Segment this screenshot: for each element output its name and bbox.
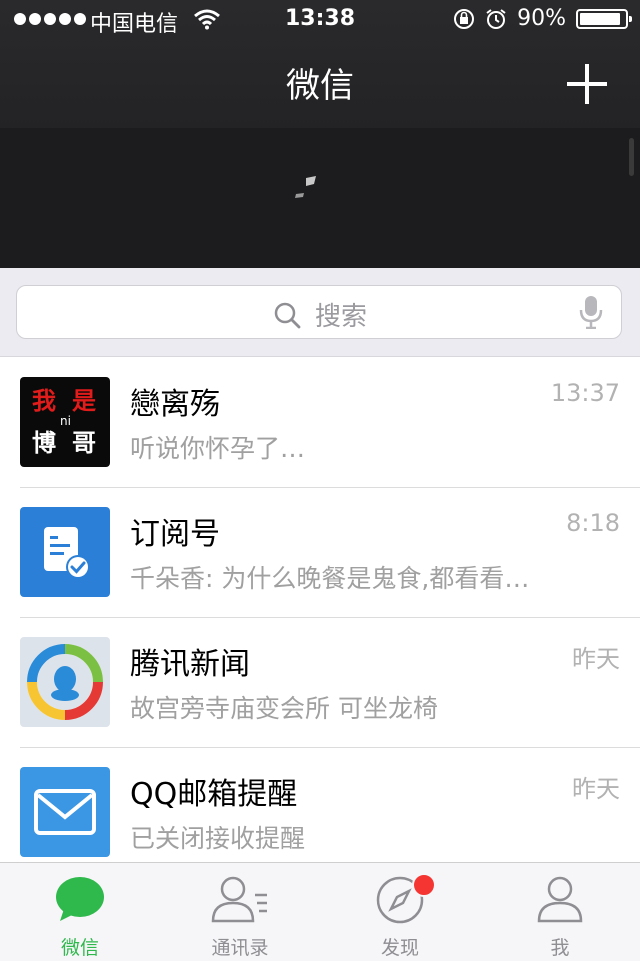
contacts-icon bbox=[211, 876, 267, 923]
chat-row[interactable]: 订阅号 8:18 千朵香: 为什么晚餐是鬼食,都看看… bbox=[0, 487, 640, 617]
scrollbar bbox=[629, 138, 634, 176]
chat-list: 我 是 ni 博 哥 戀离殇 13:37 听说你怀孕了… 订阅号 8:18 千朵… bbox=[0, 357, 640, 877]
battery-percent: 90% bbox=[517, 6, 566, 31]
chat-preview: 听说你怀孕了… bbox=[130, 434, 306, 463]
battery-icon bbox=[576, 8, 632, 29]
subscription-icon bbox=[20, 507, 110, 597]
svg-text:ni: ni bbox=[60, 414, 71, 428]
tencent-news-logo bbox=[20, 637, 110, 727]
tab-contacts[interactable]: 通讯录 bbox=[160, 863, 320, 961]
plus-icon[interactable] bbox=[567, 64, 607, 104]
avatar: 我 是 ni 博 哥 bbox=[20, 377, 110, 467]
page-title: 微信 bbox=[286, 66, 354, 106]
chat-time: 昨天 bbox=[572, 775, 620, 803]
loading-spinner-icon bbox=[295, 176, 316, 198]
tab-discover[interactable]: 发现 bbox=[320, 863, 480, 961]
chat-time: 昨天 bbox=[572, 645, 620, 673]
battery-fill bbox=[580, 12, 620, 25]
search-bar: 搜索 bbox=[0, 268, 640, 357]
chat-row[interactable]: 我 是 ni 博 哥 戀离殇 13:37 听说你怀孕了… bbox=[0, 357, 640, 487]
microphone-icon[interactable] bbox=[579, 295, 603, 329]
status-bar: 中国电信 13:38 90% bbox=[0, 0, 640, 40]
tab-label: 微信 bbox=[60, 937, 99, 959]
search-input[interactable]: 搜索 bbox=[16, 285, 622, 339]
top-bar: 中国电信 13:38 90% 微信 bbox=[0, 0, 640, 128]
chat-preview: 千朵香: 为什么晚餐是鬼食,都看看… bbox=[130, 564, 530, 593]
tab-label: 我 bbox=[550, 937, 570, 959]
chat-time: 13:37 bbox=[550, 379, 620, 407]
tab-chats[interactable]: 微信 bbox=[0, 863, 160, 961]
status-right: 90% bbox=[453, 6, 632, 31]
orientation-lock-icon bbox=[454, 8, 475, 29]
chat-preview: 已关闭接收提醒 bbox=[130, 824, 306, 853]
pull-refresh-area bbox=[0, 128, 640, 268]
chat-name: QQ邮箱提醒 bbox=[130, 777, 298, 812]
tab-me[interactable]: 我 bbox=[480, 863, 640, 961]
chat-name: 腾讯新闻 bbox=[130, 647, 250, 682]
chat-bubble-icon bbox=[56, 877, 104, 921]
tab-label: 发现 bbox=[380, 937, 419, 959]
svg-text:哥: 哥 bbox=[72, 429, 96, 457]
chat-time: 8:18 bbox=[566, 509, 620, 537]
chat-preview: 故宫旁寺庙变会所 可坐龙椅 bbox=[130, 694, 438, 723]
chat-row[interactable]: 腾讯新闻 昨天 故宫旁寺庙变会所 可坐龙椅 bbox=[0, 617, 640, 747]
svg-text:是: 是 bbox=[72, 387, 96, 415]
chat-name: 戀离殇 bbox=[130, 387, 220, 422]
chat-name: 订阅号 bbox=[130, 517, 220, 552]
mail-icon bbox=[20, 767, 110, 857]
svg-text:博: 博 bbox=[32, 429, 56, 457]
search-icon bbox=[274, 302, 301, 328]
svg-text:我: 我 bbox=[32, 387, 56, 415]
search-placeholder: 搜索 bbox=[315, 302, 368, 332]
chat-row[interactable]: QQ邮箱提醒 昨天 已关闭接收提醒 bbox=[0, 747, 640, 877]
alarm-icon bbox=[486, 8, 506, 29]
person-icon bbox=[537, 876, 583, 923]
tab-bar: 微信 通讯录 发现 我 bbox=[0, 862, 640, 961]
avatar-text-image: 我 是 ni 博 哥 bbox=[32, 387, 96, 457]
tab-label: 通讯录 bbox=[211, 937, 269, 959]
notification-badge bbox=[412, 873, 436, 897]
